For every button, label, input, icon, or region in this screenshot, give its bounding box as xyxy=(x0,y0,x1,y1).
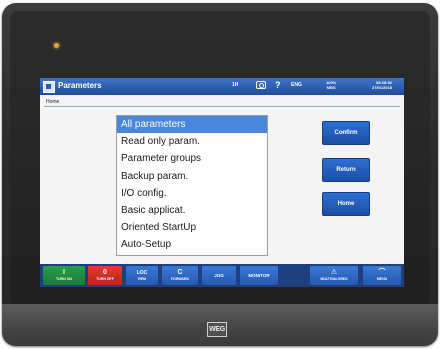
warning-icon: ⚠ xyxy=(330,269,338,276)
power-led-indicator xyxy=(54,43,59,48)
clock-date: 27/01/2018 xyxy=(372,85,393,90)
menu-arc-icon: ⌒ xyxy=(378,269,386,276)
language-selector[interactable]: ENG xyxy=(291,82,302,88)
turn-on-icon: I xyxy=(63,269,65,276)
menu-label: MENU xyxy=(376,277,388,281)
menu-item-basic-applicat[interactable]: Basic applicat. xyxy=(117,202,267,219)
weg-logo: WEG xyxy=(207,322,227,337)
status-indicator: 1H xyxy=(232,82,239,88)
home-button[interactable]: Home xyxy=(322,192,370,216)
monitor-button[interactable]: MONITOR xyxy=(240,266,278,285)
multi-monitor-label: MULTIVALORES xyxy=(320,277,348,281)
turn-on-button[interactable]: I TURN ON xyxy=(43,266,85,285)
loc-icon: LOC xyxy=(136,270,148,276)
camera-icon[interactable] xyxy=(256,81,266,89)
menu-item-all-parameters[interactable]: All parameters xyxy=(117,116,267,134)
rotate-icon: C xyxy=(177,269,183,276)
forward-label: FORWARD xyxy=(170,277,190,281)
parameter-menu-list[interactable]: All parameters Read only param. Paramete… xyxy=(116,115,268,256)
parameters-app-icon xyxy=(43,81,55,93)
help-icon[interactable]: ? xyxy=(275,80,281,90)
status-line-2: MBS xyxy=(326,85,336,90)
menu-item-read-only-param[interactable]: Read only param. xyxy=(117,133,267,150)
forward-button[interactable]: C FORWARD xyxy=(162,266,198,285)
menu-item-parameter-groups[interactable]: Parameter groups xyxy=(117,150,267,167)
turn-off-icon: 0 xyxy=(103,269,107,276)
monitor-label: MONITOR xyxy=(248,273,270,278)
menu-item-auto-setup[interactable]: Auto-Setup xyxy=(117,236,267,253)
jog-label: JOG xyxy=(214,273,224,278)
function-key-bar: I TURN ON 0 TURN OFF LOC REM C FORWARD J… xyxy=(40,264,404,287)
breadcrumb-divider xyxy=(44,106,400,107)
turn-off-label: TURN OFF xyxy=(96,277,114,281)
clock: 08:28:52 27/01/2018 xyxy=(372,80,392,90)
menu-item-backup-param[interactable]: Backup param. xyxy=(117,168,267,185)
title-bar: Parameters 1H ? ENG 100% MBS 08:28:52 27… xyxy=(40,78,404,95)
multi-monitor-button[interactable]: ⚠ MULTIVALORES xyxy=(310,266,358,285)
breadcrumb[interactable]: Home xyxy=(46,99,59,105)
jog-button[interactable]: JOG xyxy=(202,266,236,285)
loc-rem-label: REM xyxy=(138,277,146,281)
status-readout: 100% MBS xyxy=(326,80,336,90)
turn-on-label: TURN ON xyxy=(56,277,72,281)
hmi-screen: Parameters 1H ? ENG 100% MBS 08:28:52 27… xyxy=(40,78,404,287)
menu-item-io-config[interactable]: I/O config. xyxy=(117,185,267,202)
return-button[interactable]: Return xyxy=(322,158,370,182)
confirm-button[interactable]: Confirm xyxy=(322,121,370,145)
loc-rem-button[interactable]: LOC REM xyxy=(126,266,158,285)
page-title: Parameters xyxy=(58,81,102,90)
turn-off-button[interactable]: 0 TURN OFF xyxy=(88,266,122,285)
menu-button[interactable]: ⌒ MENU xyxy=(363,266,401,285)
menu-item-oriented-startup[interactable]: Oriented StartUp xyxy=(117,219,267,236)
